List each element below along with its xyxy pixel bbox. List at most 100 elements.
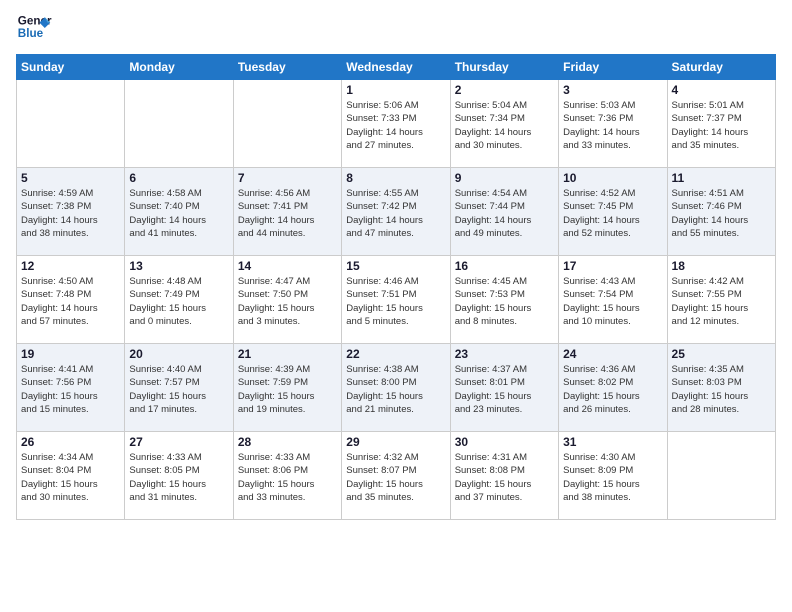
day-info: Sunrise: 4:30 AMSunset: 8:09 PMDaylight:… (563, 451, 662, 504)
day-number: 5 (21, 171, 120, 185)
day-info: Sunrise: 4:41 AMSunset: 7:56 PMDaylight:… (21, 363, 120, 416)
calendar-cell: 8 Sunrise: 4:55 AMSunset: 7:42 PMDaylight… (342, 168, 450, 256)
day-number: 23 (455, 347, 554, 361)
logo: General Blue (16, 10, 56, 46)
day-info: Sunrise: 4:33 AMSunset: 8:06 PMDaylight:… (238, 451, 337, 504)
day-info: Sunrise: 4:32 AMSunset: 8:07 PMDaylight:… (346, 451, 445, 504)
page: General Blue SundayMondayTuesdayWednesda… (0, 0, 792, 612)
day-info: Sunrise: 4:47 AMSunset: 7:50 PMDaylight:… (238, 275, 337, 328)
day-info: Sunrise: 4:43 AMSunset: 7:54 PMDaylight:… (563, 275, 662, 328)
day-info: Sunrise: 4:59 AMSunset: 7:38 PMDaylight:… (21, 187, 120, 240)
calendar-cell (233, 80, 341, 168)
calendar-cell: 1 Sunrise: 5:06 AMSunset: 7:33 PMDaylight… (342, 80, 450, 168)
calendar-cell (17, 80, 125, 168)
day-info: Sunrise: 4:36 AMSunset: 8:02 PMDaylight:… (563, 363, 662, 416)
weekday-header-tuesday: Tuesday (233, 55, 341, 80)
day-number: 3 (563, 83, 662, 97)
calendar-cell: 29 Sunrise: 4:32 AMSunset: 8:07 PMDayligh… (342, 432, 450, 520)
calendar-cell: 15 Sunrise: 4:46 AMSunset: 7:51 PMDayligh… (342, 256, 450, 344)
calendar-cell: 22 Sunrise: 4:38 AMSunset: 8:00 PMDayligh… (342, 344, 450, 432)
day-number: 20 (129, 347, 228, 361)
day-number: 1 (346, 83, 445, 97)
day-number: 17 (563, 259, 662, 273)
day-info: Sunrise: 4:42 AMSunset: 7:55 PMDaylight:… (672, 275, 771, 328)
day-info: Sunrise: 4:54 AMSunset: 7:44 PMDaylight:… (455, 187, 554, 240)
day-info: Sunrise: 4:48 AMSunset: 7:49 PMDaylight:… (129, 275, 228, 328)
day-info: Sunrise: 5:06 AMSunset: 7:33 PMDaylight:… (346, 99, 445, 152)
calendar-cell: 24Sunrise: 4:36 AMSunset: 8:02 PMDayligh… (559, 344, 667, 432)
day-number: 22 (346, 347, 445, 361)
weekday-header-monday: Monday (125, 55, 233, 80)
day-info: Sunrise: 4:56 AMSunset: 7:41 PMDaylight:… (238, 187, 337, 240)
calendar-cell: 20 Sunrise: 4:40 AMSunset: 7:57 PMDayligh… (125, 344, 233, 432)
day-info: Sunrise: 4:55 AMSunset: 7:42 PMDaylight:… (346, 187, 445, 240)
calendar-cell (667, 432, 775, 520)
day-info: Sunrise: 4:46 AMSunset: 7:51 PMDaylight:… (346, 275, 445, 328)
day-info: Sunrise: 4:51 AMSunset: 7:46 PMDaylight:… (672, 187, 771, 240)
day-number: 10 (563, 171, 662, 185)
day-number: 2 (455, 83, 554, 97)
day-number: 12 (21, 259, 120, 273)
calendar-cell: 9 Sunrise: 4:54 AMSunset: 7:44 PMDaylight… (450, 168, 558, 256)
day-info: Sunrise: 4:40 AMSunset: 7:57 PMDaylight:… (129, 363, 228, 416)
day-number: 30 (455, 435, 554, 449)
calendar-cell (125, 80, 233, 168)
weekday-header-row: SundayMondayTuesdayWednesdayThursdayFrid… (17, 55, 776, 80)
day-number: 4 (672, 83, 771, 97)
day-number: 31 (563, 435, 662, 449)
calendar-cell: 7 Sunrise: 4:56 AMSunset: 7:41 PMDaylight… (233, 168, 341, 256)
day-info: Sunrise: 4:39 AMSunset: 7:59 PMDaylight:… (238, 363, 337, 416)
day-number: 29 (346, 435, 445, 449)
calendar-cell: 2Sunrise: 5:04 AMSunset: 7:34 PMDaylight… (450, 80, 558, 168)
calendar-week-row: 26 Sunrise: 4:34 AMSunset: 8:04 PMDayligh… (17, 432, 776, 520)
day-number: 9 (455, 171, 554, 185)
day-number: 26 (21, 435, 120, 449)
day-info: Sunrise: 4:38 AMSunset: 8:00 PMDaylight:… (346, 363, 445, 416)
day-info: Sunrise: 4:34 AMSunset: 8:04 PMDaylight:… (21, 451, 120, 504)
calendar-cell: 27Sunrise: 4:33 AMSunset: 8:05 PMDayligh… (125, 432, 233, 520)
day-info: Sunrise: 4:45 AMSunset: 7:53 PMDaylight:… (455, 275, 554, 328)
calendar-cell: 21 Sunrise: 4:39 AMSunset: 7:59 PMDayligh… (233, 344, 341, 432)
calendar-cell: 4 Sunrise: 5:01 AMSunset: 7:37 PMDaylight… (667, 80, 775, 168)
calendar-cell: 6 Sunrise: 4:58 AMSunset: 7:40 PMDaylight… (125, 168, 233, 256)
weekday-header-friday: Friday (559, 55, 667, 80)
header: General Blue (16, 10, 776, 46)
calendar-cell: 14 Sunrise: 4:47 AMSunset: 7:50 PMDayligh… (233, 256, 341, 344)
day-number: 13 (129, 259, 228, 273)
calendar-week-row: 5 Sunrise: 4:59 AMSunset: 7:38 PMDaylight… (17, 168, 776, 256)
day-number: 11 (672, 171, 771, 185)
calendar-week-row: 12 Sunrise: 4:50 AMSunset: 7:48 PMDayligh… (17, 256, 776, 344)
calendar-cell: 17 Sunrise: 4:43 AMSunset: 7:54 PMDayligh… (559, 256, 667, 344)
calendar-week-row: 19Sunrise: 4:41 AMSunset: 7:56 PMDayligh… (17, 344, 776, 432)
calendar-cell: 23 Sunrise: 4:37 AMSunset: 8:01 PMDayligh… (450, 344, 558, 432)
weekday-header-thursday: Thursday (450, 55, 558, 80)
day-number: 14 (238, 259, 337, 273)
calendar-cell: 5 Sunrise: 4:59 AMSunset: 7:38 PMDaylight… (17, 168, 125, 256)
day-number: 15 (346, 259, 445, 273)
day-number: 16 (455, 259, 554, 273)
calendar-cell: 18Sunrise: 4:42 AMSunset: 7:55 PMDayligh… (667, 256, 775, 344)
day-number: 25 (672, 347, 771, 361)
day-info: Sunrise: 4:50 AMSunset: 7:48 PMDaylight:… (21, 275, 120, 328)
day-info: Sunrise: 4:37 AMSunset: 8:01 PMDaylight:… (455, 363, 554, 416)
day-number: 6 (129, 171, 228, 185)
day-info: Sunrise: 5:01 AMSunset: 7:37 PMDaylight:… (672, 99, 771, 152)
day-info: Sunrise: 4:31 AMSunset: 8:08 PMDaylight:… (455, 451, 554, 504)
day-info: Sunrise: 4:33 AMSunset: 8:05 PMDaylight:… (129, 451, 228, 504)
calendar-cell: 19Sunrise: 4:41 AMSunset: 7:56 PMDayligh… (17, 344, 125, 432)
day-number: 8 (346, 171, 445, 185)
calendar-cell: 25Sunrise: 4:35 AMSunset: 8:03 PMDayligh… (667, 344, 775, 432)
svg-text:Blue: Blue (18, 27, 44, 40)
day-number: 21 (238, 347, 337, 361)
calendar-cell: 11 Sunrise: 4:51 AMSunset: 7:46 PMDayligh… (667, 168, 775, 256)
calendar-cell: 3Sunrise: 5:03 AMSunset: 7:36 PMDaylight… (559, 80, 667, 168)
day-number: 7 (238, 171, 337, 185)
calendar-cell: 30 Sunrise: 4:31 AMSunset: 8:08 PMDayligh… (450, 432, 558, 520)
day-number: 28 (238, 435, 337, 449)
calendar: SundayMondayTuesdayWednesdayThursdayFrid… (16, 54, 776, 520)
calendar-cell: 10 Sunrise: 4:52 AMSunset: 7:45 PMDayligh… (559, 168, 667, 256)
day-info: Sunrise: 4:52 AMSunset: 7:45 PMDaylight:… (563, 187, 662, 240)
day-info: Sunrise: 4:58 AMSunset: 7:40 PMDaylight:… (129, 187, 228, 240)
calendar-cell: 13 Sunrise: 4:48 AMSunset: 7:49 PMDayligh… (125, 256, 233, 344)
calendar-cell: 12 Sunrise: 4:50 AMSunset: 7:48 PMDayligh… (17, 256, 125, 344)
